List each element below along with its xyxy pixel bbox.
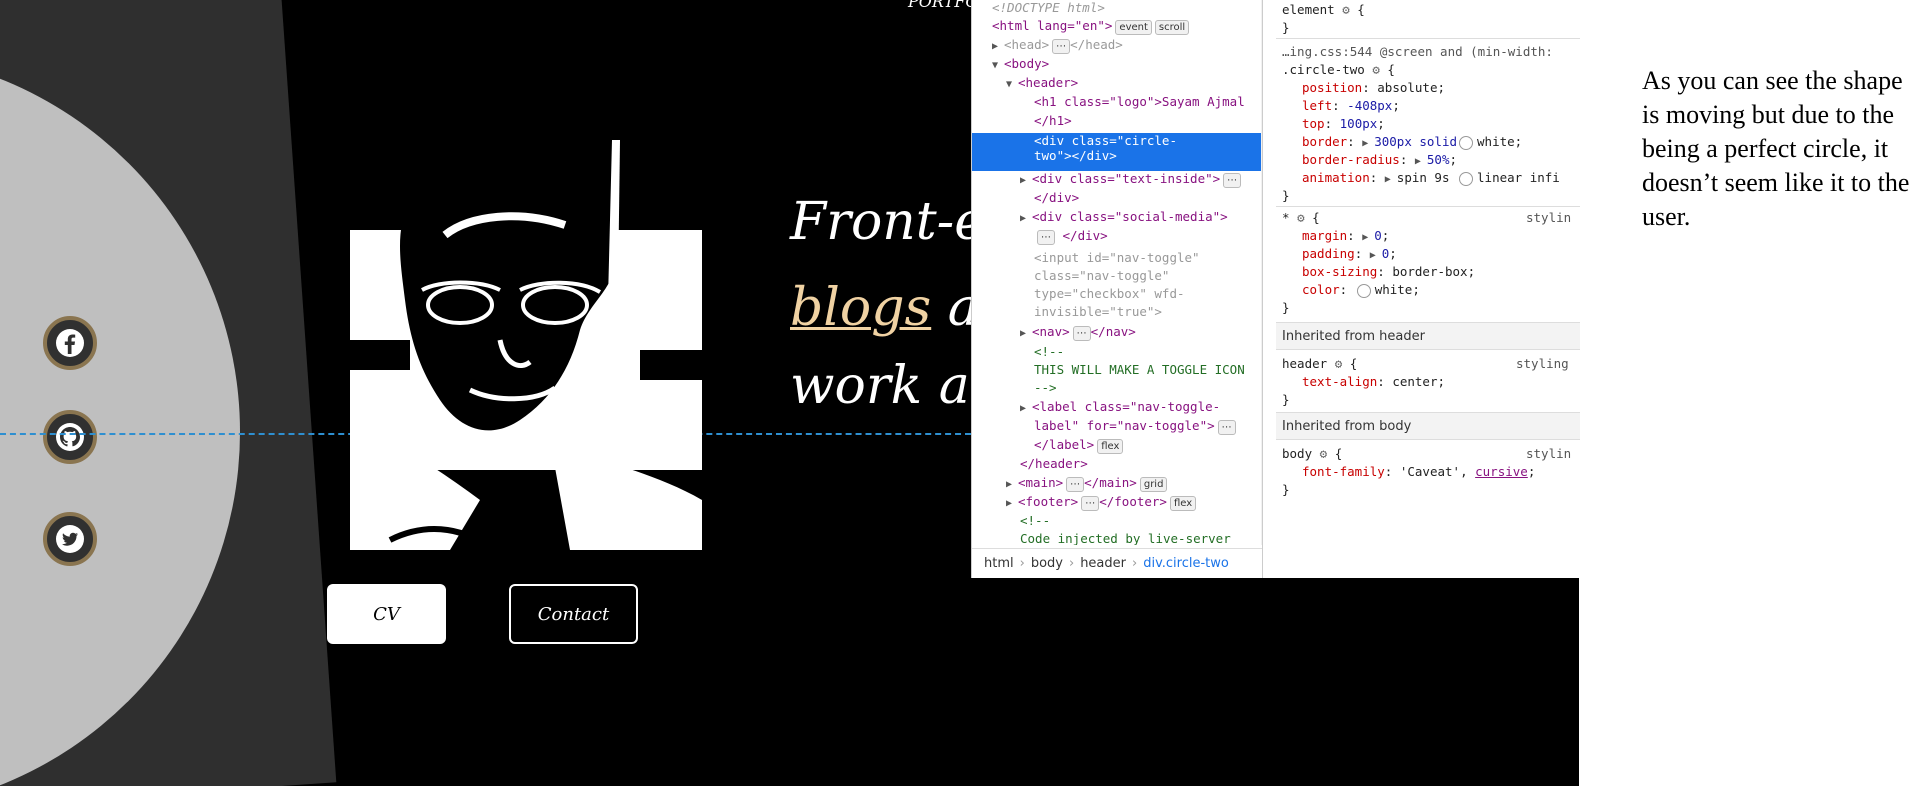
gear-icon: ⚙ bbox=[1342, 2, 1350, 17]
circle-two-selector[interactable]: .circle-two ⚙ { bbox=[1282, 62, 1395, 77]
element-style-rule[interactable]: element ⚙ { bbox=[1282, 2, 1365, 17]
stylesheet-source-link[interactable]: …ing.css:544 @screen and (min-width: bbox=[1282, 44, 1553, 59]
header-source-link[interactable]: styling bbox=[1516, 356, 1569, 371]
collapse-triangle-icon: ▼ bbox=[1006, 79, 1013, 90]
prop-padding[interactable]: padding: ▶ 0; bbox=[1302, 246, 1397, 261]
expand-triangle-icon: ▶ bbox=[992, 41, 999, 52]
prop-top[interactable]: top: 100px; bbox=[1302, 116, 1385, 131]
dom-row-header[interactable]: ▼ <header> bbox=[972, 75, 1262, 90]
profile-portrait bbox=[350, 140, 702, 550]
prop-border[interactable]: border: ▶ 300px solid white; bbox=[1302, 134, 1522, 150]
breadcrumb-header[interactable]: header bbox=[1080, 556, 1126, 571]
dom-row-comment-open: <!-- bbox=[1034, 344, 1065, 359]
scroll-badge[interactable]: scroll bbox=[1154, 20, 1190, 35]
dom-row-h1[interactable]: <h1 class="logo">Sayam Ajmal bbox=[972, 94, 1262, 109]
dom-row-live-comment-open: <!-- bbox=[1020, 513, 1051, 528]
breadcrumb: html › body › header › div.circle-two bbox=[972, 548, 1262, 578]
dom-row-main[interactable]: ▶ <main> ⋯ </main> grid bbox=[972, 475, 1262, 492]
annotation-note: As you can see the shape is moving but d… bbox=[1642, 66, 1910, 231]
twitter-icon bbox=[56, 525, 84, 553]
dom-row-input-class: class="nav-toggle" bbox=[1034, 268, 1170, 283]
breadcrumb-circle-two[interactable]: div.circle-two bbox=[1143, 556, 1229, 571]
header-selector[interactable]: header ⚙ { bbox=[1282, 356, 1357, 371]
prop-font-family[interactable]: font-family: 'Caveat', cursive; bbox=[1302, 464, 1535, 479]
github-icon bbox=[56, 423, 84, 451]
elements-scrollbar[interactable]: ▲ ▼ bbox=[1261, 0, 1262, 545]
dom-row-social-media-close: ⋯ </div> bbox=[972, 228, 1262, 245]
easing-icon bbox=[1459, 171, 1474, 186]
universal-selector[interactable]: * ⚙ { bbox=[1282, 210, 1320, 225]
dom-row-label-close: </label> flex bbox=[972, 437, 1262, 454]
prop-left[interactable]: left: -408px; bbox=[1302, 98, 1400, 113]
inherited-from-header: Inherited from header bbox=[1276, 322, 1580, 350]
dom-row-header-close: </header> bbox=[1020, 456, 1088, 471]
dom-row-body[interactable]: ▼ <body> bbox=[972, 56, 1262, 71]
dom-row-text-inside-close: </div> bbox=[1034, 190, 1080, 205]
elements-panel: <!DOCTYPE html> <html lang="en"> event scr… bbox=[972, 0, 1263, 578]
breadcrumb-body[interactable]: body bbox=[1031, 556, 1063, 571]
dom-row-text-inside[interactable]: ▶ <div class="text-inside"> ⋯ bbox=[972, 171, 1262, 188]
prop-animation[interactable]: animation: ▶ spin 9s linear infi bbox=[1302, 170, 1560, 186]
dom-row-social-media[interactable]: ▶ <div class="social-media"> bbox=[972, 209, 1262, 224]
prop-border-radius[interactable]: border-radius: ▶ 50%; bbox=[1302, 152, 1457, 167]
color-swatch bbox=[1459, 135, 1474, 150]
body-selector[interactable]: body ⚙ { bbox=[1282, 446, 1342, 461]
dom-row-comment-text: THIS WILL MAKE A TOGGLE ICON bbox=[1034, 362, 1245, 377]
prop-position[interactable]: position: absolute; bbox=[1302, 80, 1445, 95]
breadcrumb-html[interactable]: html bbox=[984, 556, 1014, 571]
body-source-link[interactable]: stylin bbox=[1526, 446, 1571, 461]
dom-tree: <!DOCTYPE html> <html lang="en"> event scr… bbox=[972, 0, 1262, 545]
dom-row-html[interactable]: <html lang="en"> event scroll bbox=[972, 18, 1262, 35]
inherited-from-body: Inherited from body bbox=[1276, 412, 1580, 440]
prop-margin[interactable]: margin: ▶ 0; bbox=[1302, 228, 1389, 243]
dom-row-input[interactable]: <input id="nav-toggle" bbox=[972, 250, 1262, 265]
dom-row-doctype[interactable]: <!DOCTYPE html> bbox=[972, 0, 1262, 15]
dom-row-label-for: label" for="nav-toggle"> ⋯ bbox=[972, 418, 1262, 435]
prop-box-sizing[interactable]: box-sizing: border-box; bbox=[1302, 264, 1475, 279]
dom-row-head[interactable]: ▶ <head> ⋯ </head> bbox=[972, 37, 1262, 54]
dom-row-nav[interactable]: ▶ <nav> ⋯ </nav> bbox=[972, 324, 1262, 341]
flex-badge[interactable]: flex bbox=[1097, 439, 1124, 454]
event-badge[interactable]: event bbox=[1115, 20, 1152, 35]
facebook-icon bbox=[56, 329, 84, 357]
dom-row-live-comment-text: Code injected by live-server bbox=[1020, 531, 1231, 545]
collapse-triangle-icon: ▼ bbox=[992, 60, 999, 71]
devtools-panel: <!DOCTYPE html> <html lang="en"> event scr… bbox=[971, 0, 1580, 578]
universal-source-link[interactable]: stylin bbox=[1526, 210, 1571, 225]
flex-badge[interactable]: flex bbox=[1169, 496, 1197, 511]
facebook-link[interactable] bbox=[43, 316, 97, 370]
cv-button[interactable]: CV bbox=[327, 584, 446, 644]
dom-row-label[interactable]: ▶ <label class="nav-toggle- bbox=[972, 399, 1262, 414]
styles-panel: element ⚙ { } …ing.css:544 @screen and (… bbox=[1276, 0, 1580, 578]
grid-badge[interactable]: grid bbox=[1139, 477, 1168, 492]
prop-color[interactable]: color: white; bbox=[1302, 282, 1420, 298]
dom-row-h1-close: </h1> bbox=[1034, 113, 1072, 128]
github-link[interactable] bbox=[43, 410, 97, 464]
dom-row-circle-two-selected[interactable]: <div class="circle-two"></div> bbox=[972, 133, 1262, 171]
dom-row-comment-close: --> bbox=[1034, 380, 1057, 395]
dom-row-input-invisible: invisible="true"> bbox=[1034, 304, 1162, 319]
contact-button[interactable]: Contact bbox=[509, 584, 638, 644]
twitter-link[interactable] bbox=[43, 512, 97, 566]
prop-text-align[interactable]: text-align: center; bbox=[1302, 374, 1445, 389]
blogs-link[interactable]: blogs bbox=[790, 278, 931, 338]
dom-row-input-type: type="checkbox" wfd- bbox=[1034, 286, 1185, 301]
dom-row-footer[interactable]: ▶ <footer> ⋯ </footer> flex bbox=[972, 494, 1262, 511]
